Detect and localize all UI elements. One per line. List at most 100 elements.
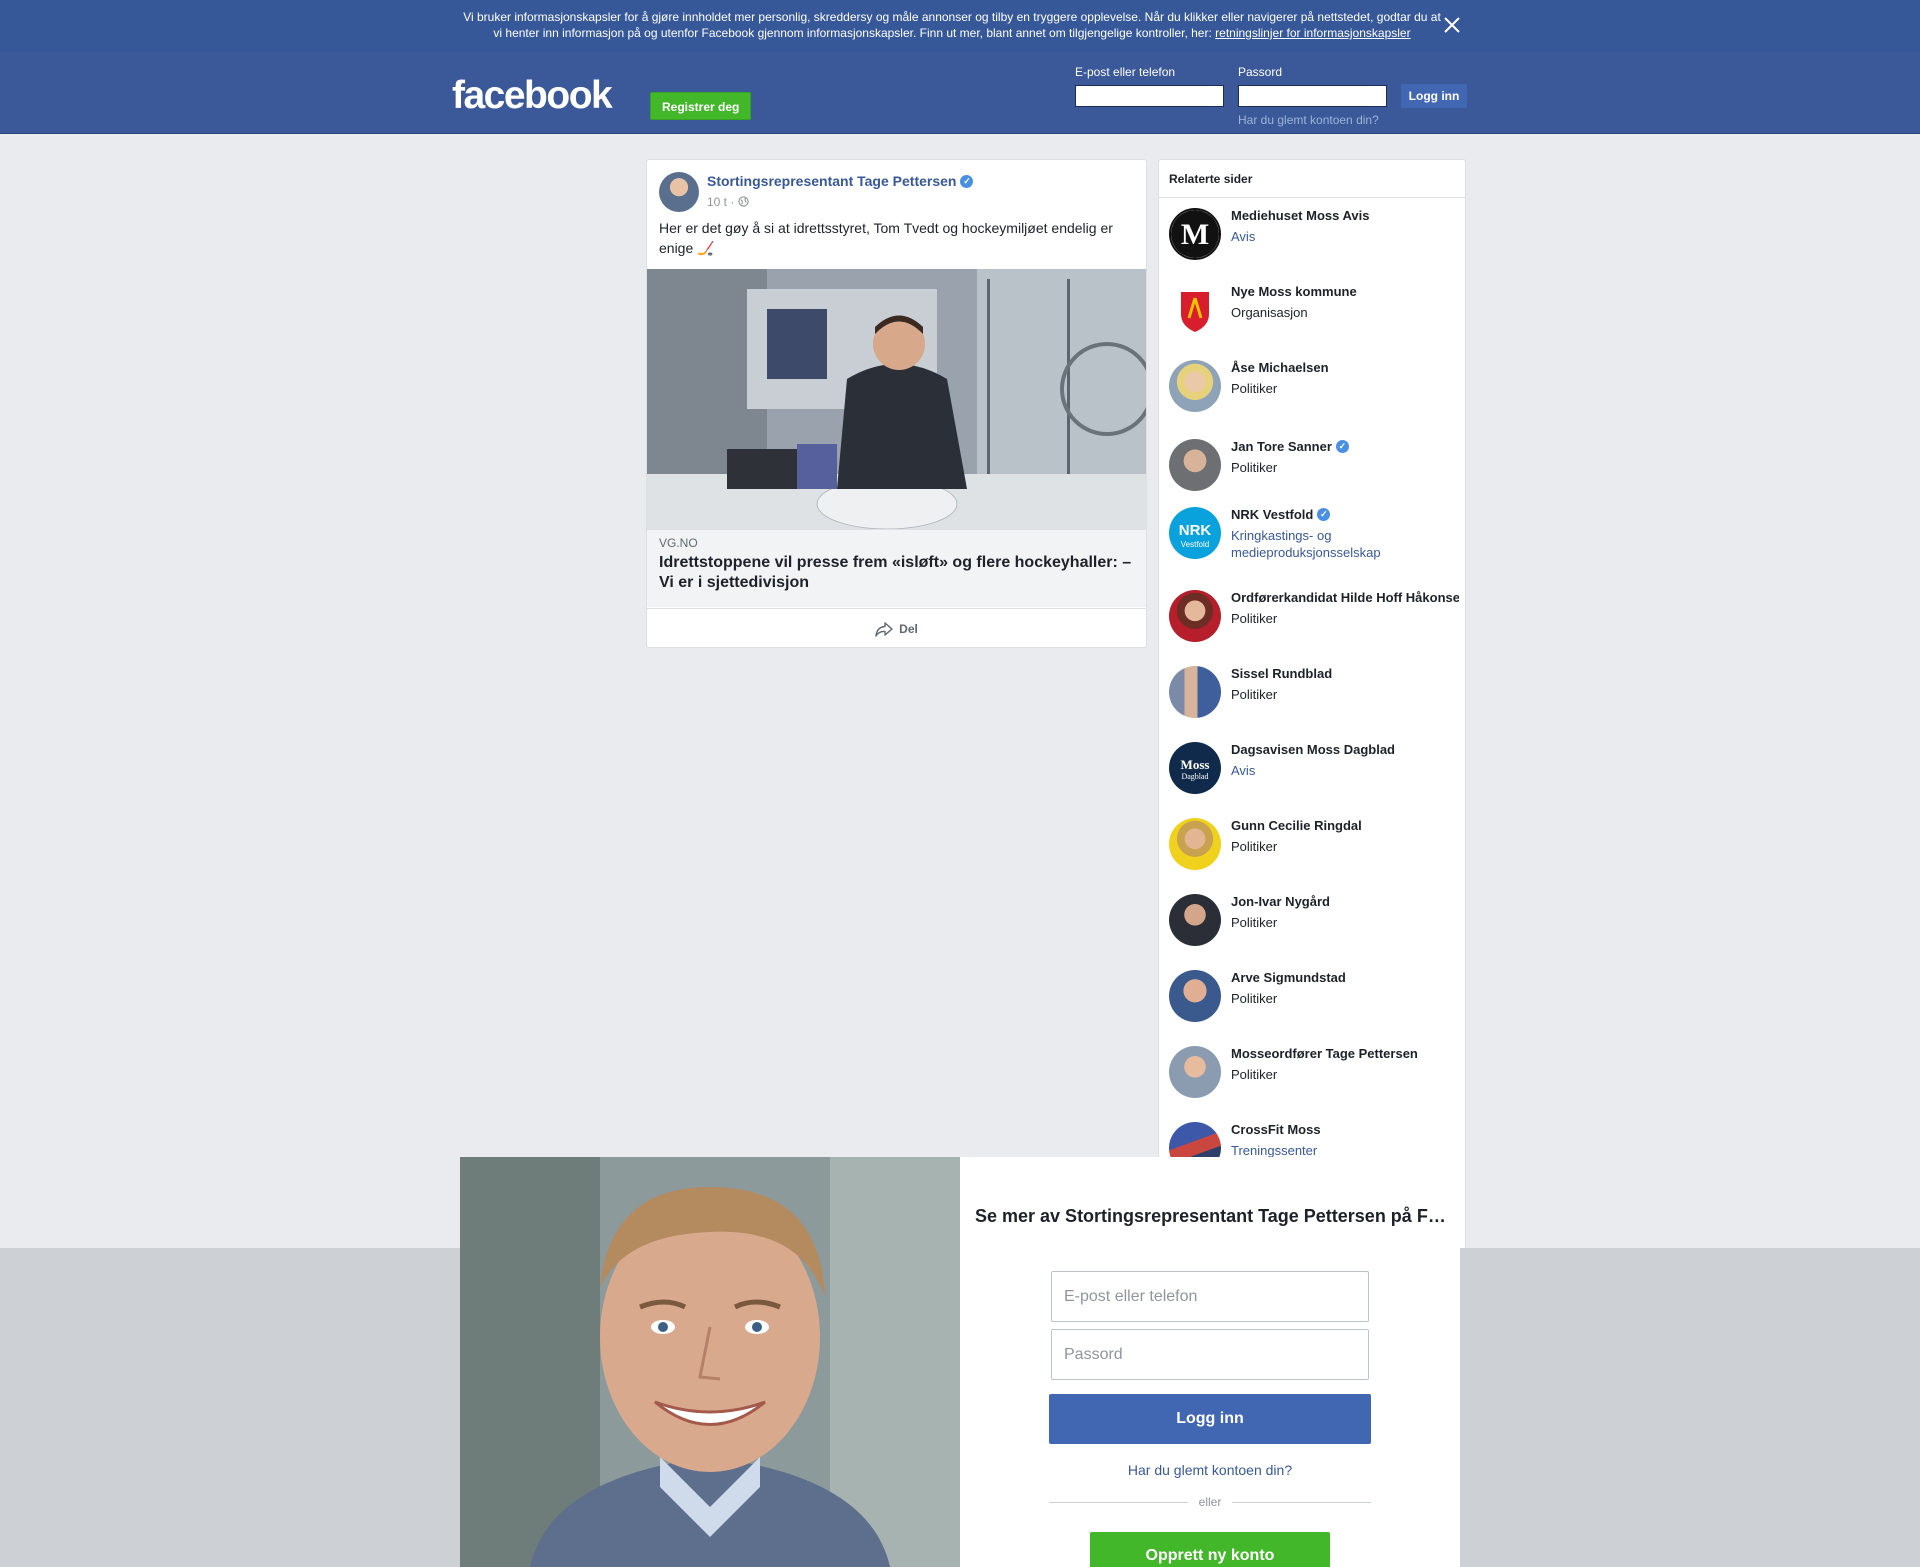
password-label: Passord bbox=[1238, 65, 1283, 79]
page-avatar[interactable]: M bbox=[1169, 208, 1221, 260]
page-category: Politiker bbox=[1231, 991, 1278, 1006]
page-avatar[interactable] bbox=[1169, 284, 1221, 336]
svg-text:Vestfold: Vestfold bbox=[1181, 540, 1209, 549]
page-avatar[interactable] bbox=[1169, 360, 1221, 412]
post-time-text: 10 t · bbox=[707, 195, 738, 209]
related-pages-panel: Relaterte sider M Mediehuset Moss Avis A… bbox=[1158, 159, 1466, 1289]
share-label: Del bbox=[899, 621, 918, 636]
page-avatar[interactable] bbox=[1169, 818, 1221, 870]
modal-login-button[interactable]: Logg inn bbox=[1049, 1394, 1371, 1444]
page-name[interactable]: Dagsavisen Moss Dagblad bbox=[1231, 742, 1459, 757]
page-name[interactable]: Sissel Rundblad bbox=[1231, 666, 1459, 681]
divider-line-left bbox=[1049, 1502, 1188, 1503]
page-category: Politiker bbox=[1231, 839, 1278, 854]
related-item[interactable]: Jon-Ivar Nygård Politiker bbox=[1169, 884, 1459, 946]
forgot-account-link[interactable]: Har du glemt kontoen din? bbox=[1238, 113, 1379, 127]
related-item[interactable]: Mosseordfører Tage Pettersen Politiker bbox=[1169, 1036, 1459, 1098]
verified-icon: ✓ bbox=[1335, 440, 1349, 453]
login-button[interactable]: Logg inn bbox=[1401, 84, 1467, 108]
page-name[interactable]: Jan Tore Sanner ✓ bbox=[1231, 439, 1459, 454]
page-name[interactable]: CrossFit Moss bbox=[1231, 1122, 1459, 1137]
related-item[interactable]: Gunn Cecilie Ringdal Politiker bbox=[1169, 808, 1459, 870]
link-title[interactable]: Idrettstoppene vil presse frem «isløft» … bbox=[659, 553, 1135, 593]
page-name[interactable]: Arve Sigmundstad bbox=[1231, 970, 1459, 985]
post-link-image[interactable] bbox=[647, 269, 1146, 529]
page-category: Politiker bbox=[1231, 381, 1278, 396]
svg-text:Dagblad: Dagblad bbox=[1181, 772, 1208, 781]
related-item[interactable]: Åse Michaelsen Politiker bbox=[1169, 350, 1459, 412]
password-placeholder: Passord bbox=[1064, 1346, 1123, 1363]
svg-text:NRK: NRK bbox=[1179, 522, 1212, 539]
svg-text:Moss: Moss bbox=[1181, 757, 1210, 772]
profile-portrait bbox=[460, 1157, 960, 1567]
cookie-policy-link[interactable]: retningslinjer for informasjonskapsler bbox=[1215, 26, 1410, 40]
page-avatar[interactable] bbox=[1169, 970, 1221, 1022]
modal-email-input[interactable]: E-post eller telefon bbox=[1051, 1271, 1369, 1322]
globe-icon bbox=[738, 196, 749, 207]
email-input[interactable] bbox=[1075, 85, 1224, 107]
modal-password-input[interactable]: Passord bbox=[1051, 1329, 1369, 1380]
page-name[interactable]: Åse Michaelsen bbox=[1231, 360, 1459, 375]
password-input[interactable] bbox=[1238, 85, 1387, 107]
related-item[interactable]: Sissel Rundblad Politiker bbox=[1169, 656, 1459, 718]
email-label: E-post eller telefon bbox=[1075, 65, 1176, 79]
page-category: Politiker bbox=[1231, 611, 1278, 626]
share-icon bbox=[875, 621, 893, 637]
page-avatar[interactable] bbox=[1169, 590, 1221, 642]
page-name[interactable]: Gunn Cecilie Ringdal bbox=[1231, 818, 1459, 833]
post-card: Stortingsrepresentant Tage Pettersen ✓ 1… bbox=[646, 159, 1147, 648]
page-category: Organisasjon bbox=[1231, 305, 1308, 320]
page-avatar[interactable] bbox=[1169, 439, 1221, 491]
cookie-text-line1: Vi bruker informasjonskapsler for å gjør… bbox=[463, 10, 1441, 24]
page-name[interactable]: Nye Moss kommune bbox=[1231, 284, 1459, 299]
page-name[interactable]: Ordførerkandidat Hilde Hoff Håkonsen bbox=[1231, 590, 1459, 605]
page-category[interactable]: Avis bbox=[1231, 762, 1459, 779]
svg-text:M: M bbox=[1181, 218, 1209, 251]
page-avatar[interactable]: NRK Vestfold bbox=[1169, 507, 1221, 559]
verified-icon: ✓ bbox=[1317, 508, 1331, 521]
page-avatar[interactable] bbox=[1169, 666, 1221, 718]
page-category: Politiker bbox=[1231, 915, 1278, 930]
page-category: Politiker bbox=[1231, 1067, 1278, 1082]
related-item[interactable]: NRK Vestfold NRK Vestfold ✓ Kringkastings-… bbox=[1169, 497, 1459, 560]
divider-line-right bbox=[1232, 1502, 1371, 1503]
page-avatar[interactable] bbox=[1169, 894, 1221, 946]
post-author[interactable]: Stortingsrepresentant Tage Pettersen ✓ bbox=[707, 173, 974, 189]
share-button[interactable]: Del bbox=[647, 608, 1146, 648]
post-author-name[interactable]: Stortingsrepresentant Tage Pettersen bbox=[707, 173, 956, 189]
page-avatar[interactable]: Moss Dagblad bbox=[1169, 742, 1221, 794]
page-name[interactable]: NRK Vestfold ✓ bbox=[1231, 507, 1459, 522]
email-placeholder: E-post eller telefon bbox=[1064, 1288, 1198, 1305]
page-category[interactable]: Kringkastings- og medieproduksjonsselska… bbox=[1231, 527, 1459, 561]
related-item[interactable]: Jan Tore Sanner ✓ Politiker bbox=[1169, 429, 1459, 491]
link-domain: VG.NO bbox=[659, 536, 698, 550]
modal-forgot-link[interactable]: Har du glemt kontoen din? bbox=[1049, 1462, 1371, 1478]
post-text: Her er det gøy å si at idrettsstyret, To… bbox=[659, 220, 1113, 256]
link-preview[interactable]: VG.NO Idrettstoppene vil presse frem «is… bbox=[647, 529, 1146, 607]
related-item[interactable]: Moss Dagblad Dagsavisen Moss Dagblad Avis bbox=[1169, 732, 1459, 794]
verified-icon: ✓ bbox=[960, 174, 974, 188]
cookie-text: Vi bruker informasjonskapsler for å gjør… bbox=[452, 9, 1452, 41]
related-item[interactable]: Ordførerkandidat Hilde Hoff Håkonsen Pol… bbox=[1169, 580, 1459, 642]
related-item[interactable]: M Mediehuset Moss Avis Avis bbox=[1169, 198, 1459, 260]
related-pages-title: Relaterte sider bbox=[1159, 160, 1465, 198]
author-avatar[interactable] bbox=[659, 172, 699, 212]
page-name[interactable]: Jon-Ivar Nygård bbox=[1231, 894, 1459, 909]
register-button[interactable]: Registrer deg bbox=[650, 92, 752, 120]
cookie-text-line2: vi henter inn informasjon på og utenfor … bbox=[493, 26, 1216, 40]
post-photo bbox=[647, 269, 1146, 529]
modal-title: Se mer av Stortingsrepresentant Tage Pet… bbox=[975, 1206, 1450, 1226]
close-icon[interactable] bbox=[1441, 14, 1463, 36]
page-name[interactable]: Mosseordfører Tage Pettersen bbox=[1231, 1046, 1459, 1061]
facebook-logo[interactable]: facebook bbox=[452, 74, 613, 118]
top-header: facebook Registrer deg E-post eller tele… bbox=[0, 52, 1920, 134]
page-avatar[interactable] bbox=[1169, 1046, 1221, 1098]
related-item[interactable]: Nye Moss kommune Organisasjon bbox=[1169, 274, 1459, 336]
page-name[interactable]: Mediehuset Moss Avis bbox=[1231, 208, 1459, 223]
page-category[interactable]: Avis bbox=[1231, 228, 1459, 245]
post-timestamp[interactable]: 10 t · bbox=[707, 195, 749, 209]
or-divider: eller bbox=[1198, 1495, 1222, 1509]
related-item[interactable]: Arve Sigmundstad Politiker bbox=[1169, 960, 1459, 1022]
create-account-button[interactable]: Opprett ny konto bbox=[1090, 1532, 1330, 1567]
profile-photo bbox=[460, 1157, 960, 1567]
